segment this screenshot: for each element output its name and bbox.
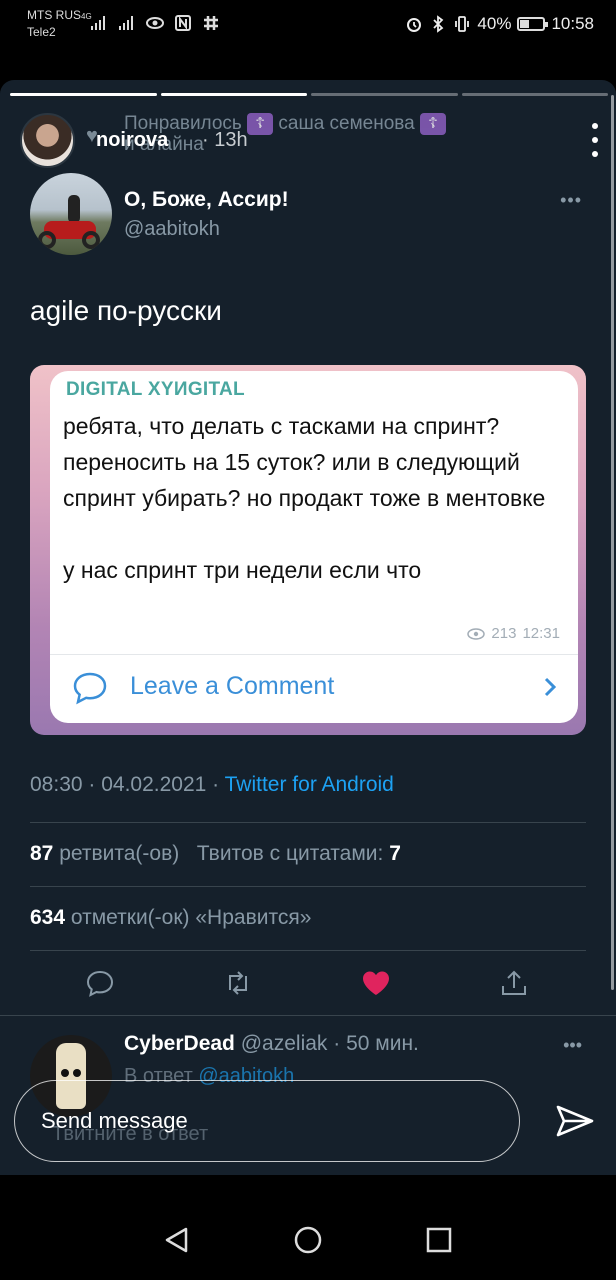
- reply-author-name: CyberDead: [124, 1032, 235, 1055]
- orthodox-cross-icon: ☦: [420, 113, 447, 135]
- navigation-bar: [0, 1175, 616, 1280]
- bluetooth-icon: [433, 15, 444, 33]
- quotes-label: Твитов с цитатами:: [196, 842, 384, 865]
- tweet-actions: [0, 968, 616, 1004]
- story-progress-segment: [311, 93, 458, 96]
- divider: [30, 822, 586, 823]
- like-heart-icon[interactable]: [361, 968, 391, 998]
- story-username[interactable]: noirova: [96, 129, 168, 152]
- story-time: · 13h: [202, 129, 248, 151]
- battery-percent: 40%: [477, 14, 512, 33]
- recents-square-icon[interactable]: [424, 1225, 454, 1255]
- back-triangle-icon[interactable]: [162, 1225, 192, 1255]
- story-progress-segment: [461, 93, 608, 96]
- chat-message-bubble: DIGITAL XYИGITAL ребята, что делать с та…: [50, 371, 578, 723]
- home-circle-icon[interactable]: [293, 1225, 323, 1255]
- retweets-label: ретвита(-ов): [59, 842, 180, 865]
- story-time-value: 13h: [214, 129, 248, 151]
- story-progress-segment: [10, 93, 157, 96]
- signal-icon: [119, 16, 133, 30]
- divider: [30, 950, 586, 951]
- divider: [30, 886, 586, 887]
- story-viewer[interactable]: ♥ Понравилось ☦ саша семенова ☦ и алайна…: [0, 80, 616, 1175]
- story-progress: [10, 93, 608, 96]
- reply-author-handle: @azeliak: [240, 1032, 328, 1055]
- scrollbar: [611, 95, 614, 990]
- battery-fill: [520, 20, 530, 28]
- chat-message-text: ребята, что делать с тасками на спринт? …: [63, 413, 546, 583]
- ellipsis-icon: •••: [563, 1035, 582, 1055]
- send-icon[interactable]: [556, 1104, 594, 1138]
- reply-time: · 50 мин.: [333, 1032, 419, 1055]
- leave-comment-label: Leave a Comment: [130, 672, 335, 700]
- status-bar: MTS RUS Tele2 4G 40% 10:58: [0, 0, 616, 50]
- eye-comfort-icon: [146, 17, 164, 29]
- story-progress-segment: [160, 93, 307, 96]
- more-vertical-icon[interactable]: [590, 123, 600, 157]
- chat-title: DIGITAL XYИGITAL: [66, 379, 245, 400]
- story-header: ♥ Понравилось ☦ саша семенова ☦ и алайна…: [20, 113, 600, 169]
- nfc-icon: [175, 15, 191, 31]
- eye-icon: [467, 627, 486, 640]
- message-meta: 213 12:31: [467, 625, 560, 642]
- likes-count: 634: [30, 906, 66, 929]
- tweet-image: DIGITAL XYИGITAL ребята, что делать с та…: [30, 365, 586, 735]
- reply-author: CyberDead @azeliak · 50 мин.: [124, 1032, 419, 1056]
- likes-stats[interactable]: 634 отметки(-ок) «Нравится»: [30, 906, 311, 930]
- vibrate-icon: [455, 16, 470, 32]
- leave-comment-row: Leave a Comment: [50, 655, 578, 719]
- tweet-author-handle: @aabitokh: [124, 218, 220, 240]
- reply-icon[interactable]: [85, 968, 115, 998]
- battery-icon: [517, 17, 549, 31]
- liked-by-name: саша семенова: [278, 113, 415, 135]
- tweet-author-name: О, Боже, Ассир!: [124, 188, 289, 211]
- message-time: 12:31: [522, 625, 560, 642]
- send-message-placeholder: Send message: [41, 1108, 188, 1133]
- ellipsis-icon: •••: [560, 190, 582, 210]
- tweet-source-link[interactable]: Twitter for Android: [225, 773, 394, 796]
- message-views: 213: [491, 625, 517, 642]
- chevron-right-icon: [544, 677, 557, 697]
- retweet-stats[interactable]: 87 ретвита(-ов) Твитов с цитатами: 7: [30, 842, 401, 866]
- liked-by-overlay: Понравилось ☦ саша семенова ☦ и алайна: [124, 113, 447, 155]
- status-icons-left: [90, 14, 220, 32]
- tweet-timestamp: 08:30 · 04.02.2021 ·: [30, 773, 220, 796]
- quotes-count: 7: [389, 842, 401, 865]
- share-icon[interactable]: [499, 968, 529, 998]
- tweet-text: agile по-русски: [30, 295, 222, 326]
- send-message-input[interactable]: Send message: [14, 1080, 520, 1162]
- story-author-avatar[interactable]: [20, 113, 75, 168]
- signal-icon: [91, 16, 105, 30]
- carrier-secondary: Tele2: [27, 25, 56, 39]
- retweet-icon[interactable]: [223, 968, 253, 998]
- retweets-count: 87: [30, 842, 54, 865]
- tweet-author-avatar[interactable]: [30, 173, 112, 255]
- clock: 10:58: [551, 14, 594, 33]
- status-icons-right: 40% 10:58: [405, 14, 594, 34]
- tweet-meta: 08:30 · 04.02.2021 · Twitter for Android: [30, 773, 394, 797]
- comment-bubble-icon: [73, 672, 107, 705]
- carrier-primary: MTS RUS: [27, 8, 81, 22]
- divider: [0, 1015, 616, 1016]
- orthodox-cross-icon: ☦: [247, 113, 274, 135]
- slack-icon: [204, 16, 218, 30]
- alarm-icon: [407, 18, 422, 32]
- likes-label: отметки(-ок) «Нравится»: [70, 906, 312, 929]
